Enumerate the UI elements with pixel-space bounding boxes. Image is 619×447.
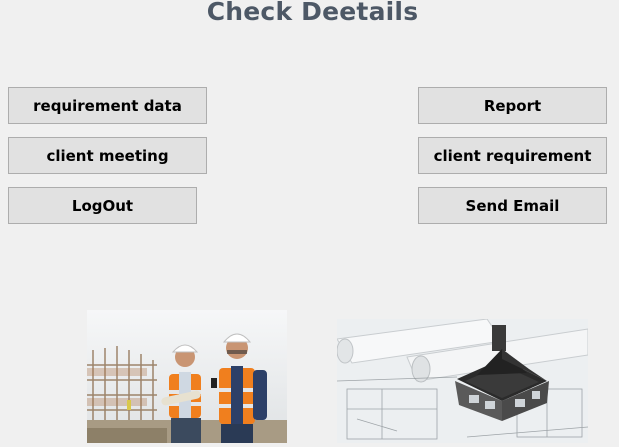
send-email-button[interactable]: Send Email [418,187,607,224]
house-blueprint-photo [337,319,588,443]
report-button[interactable]: Report [418,87,607,124]
engineers-photo [87,310,287,443]
requirement-data-button[interactable]: requirement data [8,87,207,124]
client-requirement-button[interactable]: client requirement [418,137,607,174]
client-meeting-button[interactable]: client meeting [8,137,207,174]
logout-button[interactable]: LogOut [8,187,197,224]
page-title: Check Deetails [206,0,419,26]
